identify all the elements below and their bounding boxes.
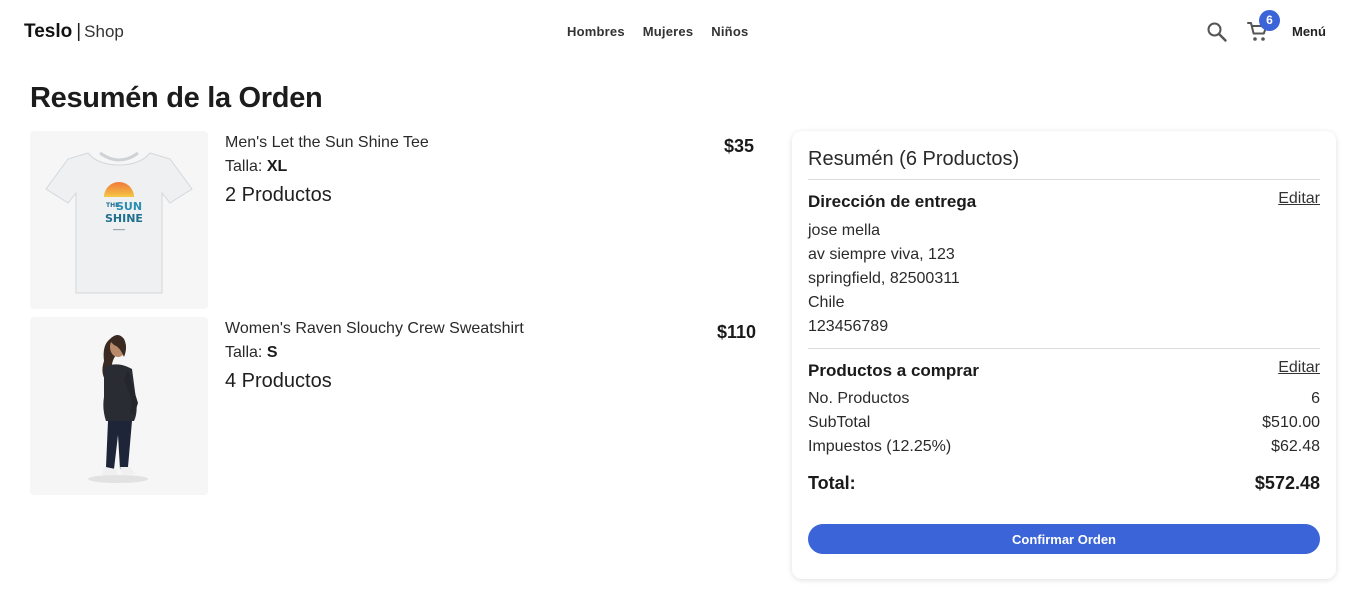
summary-title: Resumén (6 Productos): [808, 148, 1020, 170]
size-label: Talla:: [225, 344, 263, 361]
total-label: Total:: [808, 473, 856, 493]
edit-products-link[interactable]: Editar: [1278, 358, 1320, 378]
divider: [808, 348, 1320, 349]
cart-product-item: THE SUN SHINE Men's Let the Sun Shine Te…: [30, 131, 760, 309]
brand-name: Teslo: [24, 21, 73, 42]
product-size: Talla: S: [225, 343, 277, 363]
product-name[interactable]: Women's Raven Slouchy Crew Sweatshirt: [225, 319, 524, 339]
divider: [808, 179, 1320, 180]
product-image-tee[interactable]: THE SUN SHINE: [30, 131, 208, 309]
size-value: S: [266, 344, 278, 361]
tee-print-shine: SHINE: [105, 212, 143, 225]
tax-value: $62.48: [1271, 438, 1320, 455]
page-title: Resumén de la Orden: [30, 82, 323, 114]
product-price: $110: [716, 322, 756, 342]
nav-link-mujeres[interactable]: Mujeres: [634, 22, 703, 42]
product-name[interactable]: Men's Let the Sun Shine Tee: [225, 133, 429, 153]
brand-logo-link[interactable]: Teslo | Shop: [24, 20, 124, 44]
address-line: av siempre viva, 123: [808, 246, 955, 263]
edit-address-link[interactable]: Editar: [1278, 189, 1320, 209]
subtotal-label: SubTotal: [808, 414, 871, 431]
size-label: Talla:: [225, 158, 263, 175]
address-line: jose mella: [808, 222, 881, 239]
nav-link-ninos[interactable]: Niños: [702, 22, 757, 42]
products-heading: Productos a comprar: [808, 361, 979, 380]
subtotal-value: $510.00: [1262, 414, 1320, 431]
tax-label: Impuestos (12.25%): [808, 438, 952, 455]
product-count-value: 6: [1311, 390, 1320, 407]
search-icon[interactable]: [1205, 20, 1229, 44]
nav-link-hombres[interactable]: Hombres: [558, 22, 634, 42]
address-heading: Dirección de entrega: [808, 192, 977, 211]
address-line: 123456789: [808, 318, 889, 335]
category-nav: Hombres Mujeres Niños: [558, 22, 757, 42]
app-header: Teslo | Shop Hombres Mujeres Niños 6 Menú: [0, 0, 1366, 64]
product-count-label: No. Productos: [808, 390, 910, 407]
total-value: $572.48: [1254, 473, 1320, 493]
address-line: springfield, 82500311: [808, 270, 960, 287]
brand-separator: |: [76, 21, 82, 42]
product-quantity: 4 Productos: [225, 370, 332, 392]
product-size: Talla: XL: [225, 157, 287, 177]
size-value: XL: [266, 158, 288, 175]
brand-subtitle: Shop: [84, 22, 124, 41]
order-summary-card: Resumén (6 Productos) Dirección de entre…: [792, 131, 1336, 579]
product-quantity: 2 Productos: [225, 184, 332, 206]
product-price: $35: [723, 136, 754, 156]
cart-count-badge: 6: [1259, 10, 1280, 31]
address-line: Chile: [808, 294, 845, 311]
confirm-order-button[interactable]: Confirmar Orden: [808, 524, 1320, 554]
product-image-sweatshirt[interactable]: [30, 317, 208, 495]
menu-button[interactable]: Menú: [1292, 22, 1326, 42]
cart-product-item: Women's Raven Slouchy Crew Sweatshirt Ta…: [30, 317, 760, 495]
